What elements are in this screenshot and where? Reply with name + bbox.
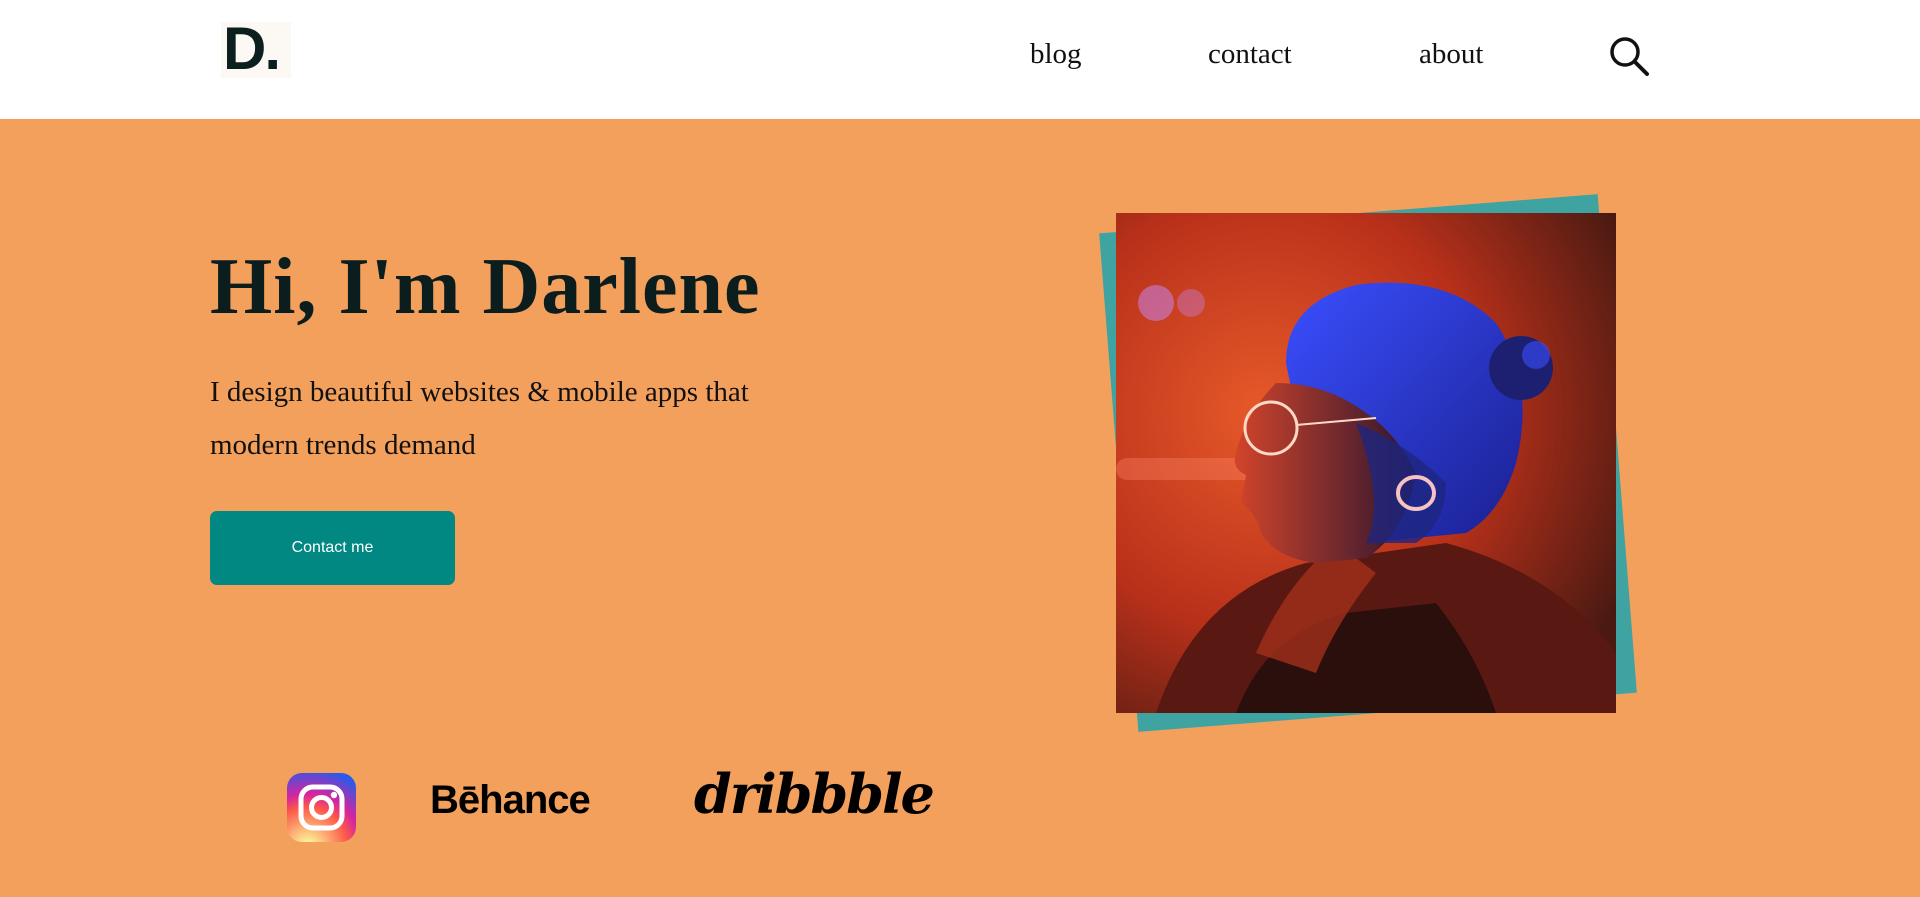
site-logo[interactable]: D. bbox=[221, 15, 291, 82]
dribbble-link[interactable]: dribbble bbox=[694, 762, 935, 826]
site-header: D. blog contact about bbox=[0, 0, 1920, 119]
nav-link-blog[interactable]: blog bbox=[1030, 38, 1082, 71]
instagram-link[interactable] bbox=[287, 773, 356, 842]
search-icon bbox=[1610, 37, 1649, 76]
nav-link-about[interactable]: about bbox=[1419, 38, 1483, 71]
hero-subtitle: I design beautiful websites & mobile app… bbox=[210, 376, 749, 461]
behance-link[interactable]: Bēhance bbox=[430, 778, 591, 823]
contact-me-button[interactable]: Contact me bbox=[210, 511, 455, 585]
instagram-icon bbox=[298, 784, 345, 831]
search-button[interactable] bbox=[1607, 34, 1651, 78]
nav-link-contact[interactable]: contact bbox=[1208, 38, 1292, 71]
hero-title: Hi, I'm Darlene bbox=[210, 243, 761, 331]
portrait-photo bbox=[1116, 213, 1616, 713]
logo-text: D. bbox=[223, 15, 281, 82]
